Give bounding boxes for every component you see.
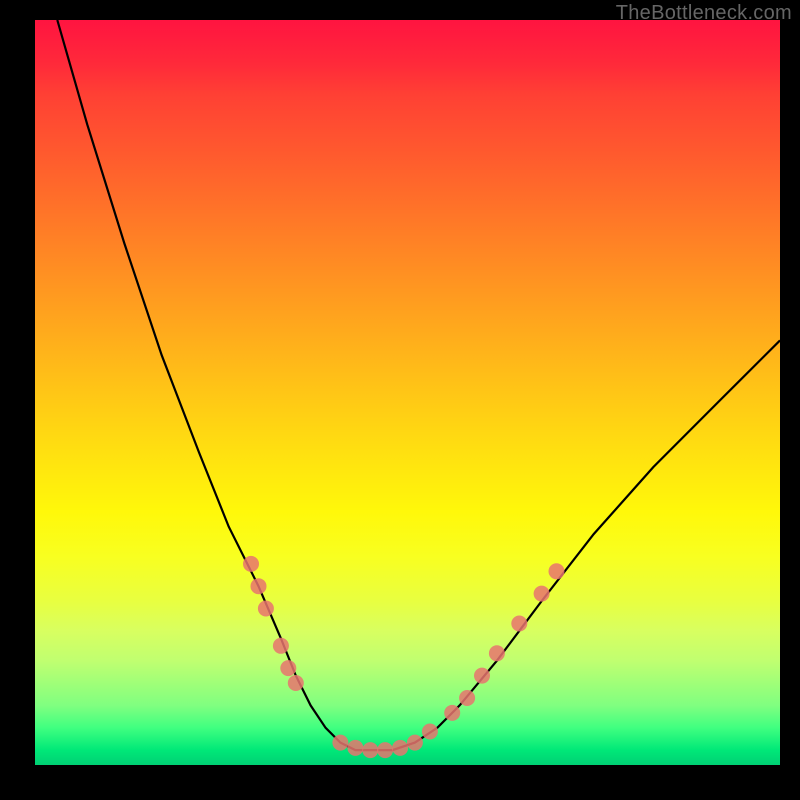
data-marker — [534, 586, 550, 602]
data-marker — [511, 616, 527, 632]
data-marker — [549, 563, 565, 579]
data-marker — [288, 675, 304, 691]
data-marker — [444, 705, 460, 721]
data-marker — [392, 740, 408, 756]
data-marker — [251, 578, 267, 594]
data-marker — [474, 668, 490, 684]
data-marker — [273, 638, 289, 654]
data-marker — [332, 735, 348, 751]
data-marker — [258, 601, 274, 617]
data-marker — [280, 660, 296, 676]
watermark-text: TheBottleneck.com — [616, 2, 792, 25]
curve-svg — [35, 20, 780, 765]
chart-container: TheBottleneck.com — [0, 0, 800, 800]
data-marker — [377, 742, 393, 758]
data-marker — [422, 724, 438, 740]
data-marker — [347, 740, 363, 756]
data-markers — [243, 556, 565, 758]
data-marker — [459, 690, 475, 706]
data-marker — [489, 645, 505, 661]
data-marker — [407, 735, 423, 751]
plot-area — [35, 20, 780, 765]
data-marker — [243, 556, 259, 572]
bottleneck-curve — [57, 20, 780, 750]
data-marker — [362, 742, 378, 758]
